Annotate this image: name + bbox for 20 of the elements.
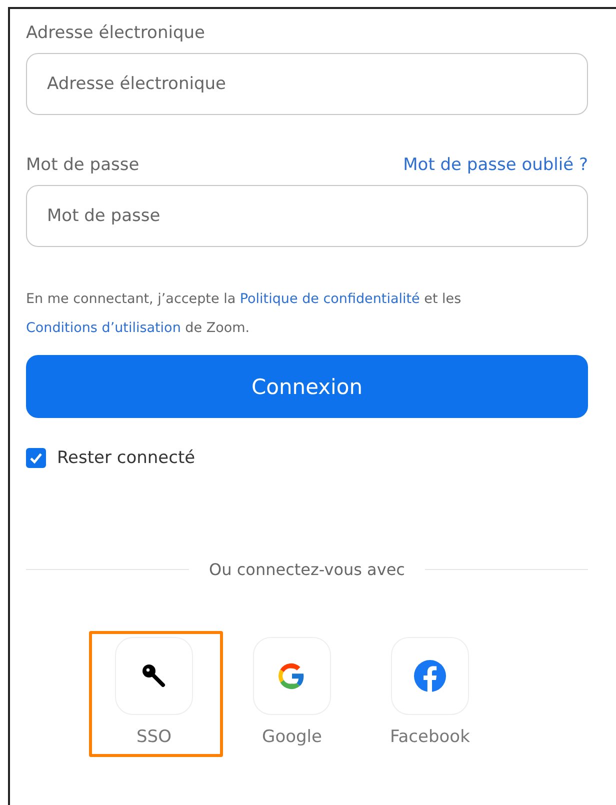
sign-in-button[interactable]: Connexion bbox=[26, 355, 588, 418]
option-label: Facebook bbox=[390, 727, 470, 747]
field-label: Mot de passe bbox=[26, 155, 140, 175]
privacy-policy-link[interactable]: Politique de confidentialité bbox=[240, 291, 420, 307]
password-field[interactable]: Mot de passe bbox=[26, 185, 588, 247]
divider-text: Ou connectez-vous avec bbox=[209, 560, 405, 579]
email-field[interactable]: Adresse électronique bbox=[26, 53, 588, 115]
check-icon bbox=[29, 451, 43, 465]
option-label: SSO bbox=[136, 727, 172, 747]
key-icon bbox=[141, 663, 167, 689]
forgot-password-link[interactable]: Mot de passe oublié ? bbox=[403, 155, 588, 175]
terms-of-use-link[interactable]: Conditions d’utilisation bbox=[26, 320, 181, 336]
checkbox[interactable] bbox=[26, 448, 46, 468]
terms-text: En me connectant, j’accepte la Politique de confidentialité et les Conditions d’utilisation de Zoom. bbox=[26, 290, 462, 338]
checkbox-label: Rester connecté bbox=[57, 448, 196, 468]
field-label: Adresse électronique bbox=[26, 23, 206, 43]
option-label: Google bbox=[262, 727, 322, 747]
google-icon bbox=[278, 662, 306, 690]
sign-in-option-button[interactable] bbox=[115, 637, 193, 715]
facebook-icon bbox=[413, 659, 447, 693]
